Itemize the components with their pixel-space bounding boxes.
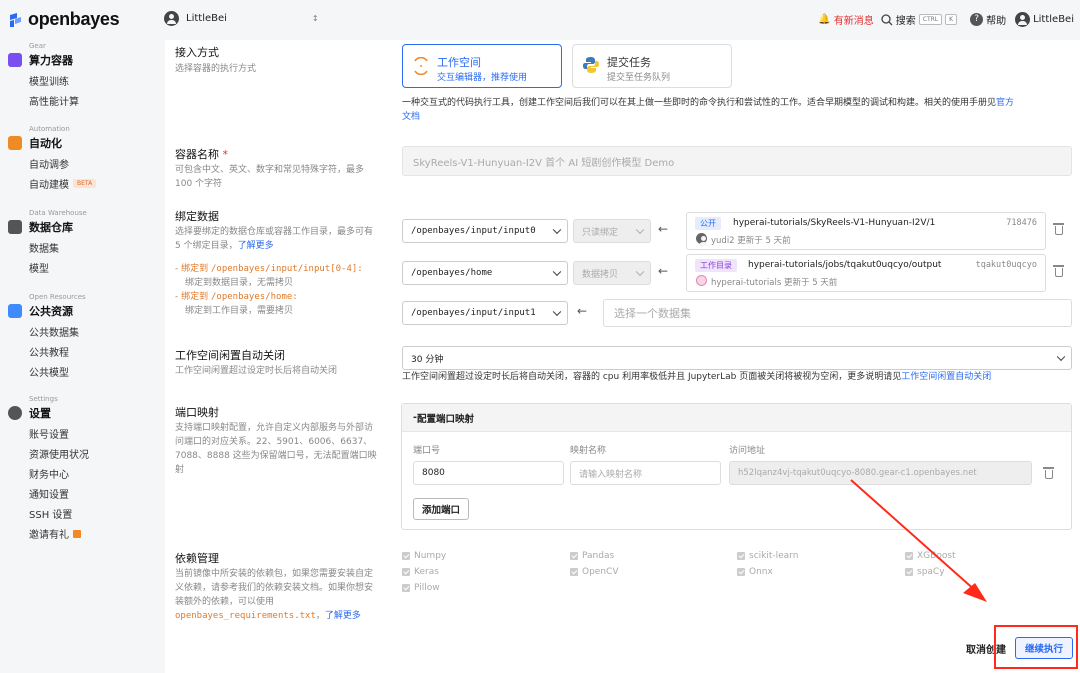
sidebar-settings-title[interactable]: 设置 [8, 405, 89, 421]
logo-icon [10, 12, 21, 27]
sidebar-gear: Gear 算力容器 模型训练 高性能计算 [8, 42, 79, 113]
avatar [1015, 12, 1031, 27]
sidebar-item-invite[interactable]: 邀请有礼 [29, 526, 89, 541]
search-button[interactable]: 搜索 CTRL K [881, 12, 958, 27]
org-switcher[interactable]: LittleBei ↕ [164, 11, 319, 26]
kbd-ctrl: CTRL [918, 14, 943, 25]
sidebar-item-automl[interactable]: 自动建模 BETA [29, 176, 97, 191]
sidebar-settings: Settings 设置 账号设置 资源使用状况 财务中心 通知设置 SSH 设置… [8, 395, 89, 546]
sidebar-item-finance[interactable]: 财务中心 [29, 466, 89, 481]
sidebar-public-title[interactable]: 公共资源 [8, 303, 86, 319]
sidebar-section-title: 自动化 [29, 137, 62, 150]
top-actions: 🔔 有新消息 搜索 CTRL K ? 帮助 LittleBei [818, 12, 1074, 27]
sidebar-section-caption: Open Resources [29, 293, 86, 301]
logo[interactable]: openbayes [8, 9, 120, 30]
sidebar-item-datasets[interactable]: 数据集 [29, 240, 87, 255]
sidebar-section-caption: Automation [29, 125, 70, 133]
sidebar-item-training[interactable]: 模型训练 [29, 73, 79, 88]
sidebar: Gear 算力容器 模型训练 高性能计算 Automation 自动化 自动调参… [0, 40, 165, 673]
sidebar-section-caption: Gear [29, 42, 46, 50]
sidebar-item-hpc[interactable]: 高性能计算 [29, 93, 79, 108]
sidebar-automation: Automation 自动化 自动调参 自动建模 BETA [8, 125, 97, 196]
sidebar-section-title: 数据仓库 [29, 221, 73, 234]
user-icon [164, 11, 179, 26]
sidebar-automation-title[interactable]: 自动化 [8, 135, 96, 151]
sidebar-section-caption: Data Warehouse [29, 209, 87, 217]
beta-badge: BETA [73, 179, 97, 188]
sidebar-section-caption: Settings [29, 395, 58, 403]
annotation-arrow [850, 479, 987, 602]
bell-icon: 🔔 [818, 14, 831, 25]
gear-icon [8, 406, 22, 420]
news-label: 有新消息 [833, 16, 874, 27]
gift-icon [73, 529, 81, 538]
main-form: 接入方式 选择容器的执行方式 工作空间 交互编辑器，推荐使用 提交任务 提交至任… [165, 40, 1080, 673]
sidebar-item-public-datasets[interactable]: 公共数据集 [29, 324, 86, 339]
public-icon [8, 304, 22, 318]
cube-icon [8, 53, 22, 67]
kbd-k: K [945, 14, 958, 25]
sidebar-item-label: 邀请有礼 [29, 530, 69, 541]
help-label: 帮助 [986, 16, 1007, 27]
sidebar-section-title: 公共资源 [29, 305, 73, 318]
automation-icon [8, 136, 22, 150]
help-link[interactable]: ? 帮助 [970, 12, 1006, 27]
sidebar-public: Open Resources 公共资源 公共数据集 公共教程 公共模型 [8, 293, 86, 384]
sidebar-item-usage[interactable]: 资源使用状况 [29, 446, 89, 461]
sidebar-warehouse-title[interactable]: 数据仓库 [8, 219, 87, 235]
sidebar-warehouse: Data Warehouse 数据仓库 数据集 模型 [8, 209, 87, 280]
sidebar-item-account[interactable]: 账号设置 [29, 426, 89, 441]
logo-text: openbayes [28, 9, 120, 29]
updown-icon: ↕ [311, 14, 319, 23]
news-link[interactable]: 🔔 有新消息 [818, 12, 873, 27]
search-icon [881, 13, 893, 25]
top-bar: openbayes LittleBei ↕ 🔔 有新消息 搜索 CTRL K ? 帮… [0, 0, 1080, 40]
sidebar-item-public-tutorials[interactable]: 公共教程 [29, 344, 86, 359]
search-label: 搜索 [895, 16, 916, 27]
sidebar-item-notifications[interactable]: 通知设置 [29, 486, 89, 501]
sidebar-section-title: 算力容器 [29, 54, 73, 67]
database-icon [8, 220, 22, 234]
org-name: LittleBei [186, 13, 227, 24]
sidebar-gear-title[interactable]: 算力容器 [8, 52, 79, 68]
sidebar-item-models[interactable]: 模型 [29, 260, 87, 275]
user-name: LittleBei [1033, 14, 1074, 25]
sidebar-item-autotune[interactable]: 自动调参 [29, 156, 96, 171]
sidebar-item-public-models[interactable]: 公共模型 [29, 364, 86, 379]
help-icon: ? [970, 13, 984, 26]
sidebar-item-ssh[interactable]: SSH 设置 [29, 506, 89, 521]
sidebar-section-title: 设置 [29, 407, 51, 420]
sidebar-item-label: 自动建模 [29, 180, 69, 191]
user-menu[interactable]: LittleBei [1015, 12, 1074, 27]
